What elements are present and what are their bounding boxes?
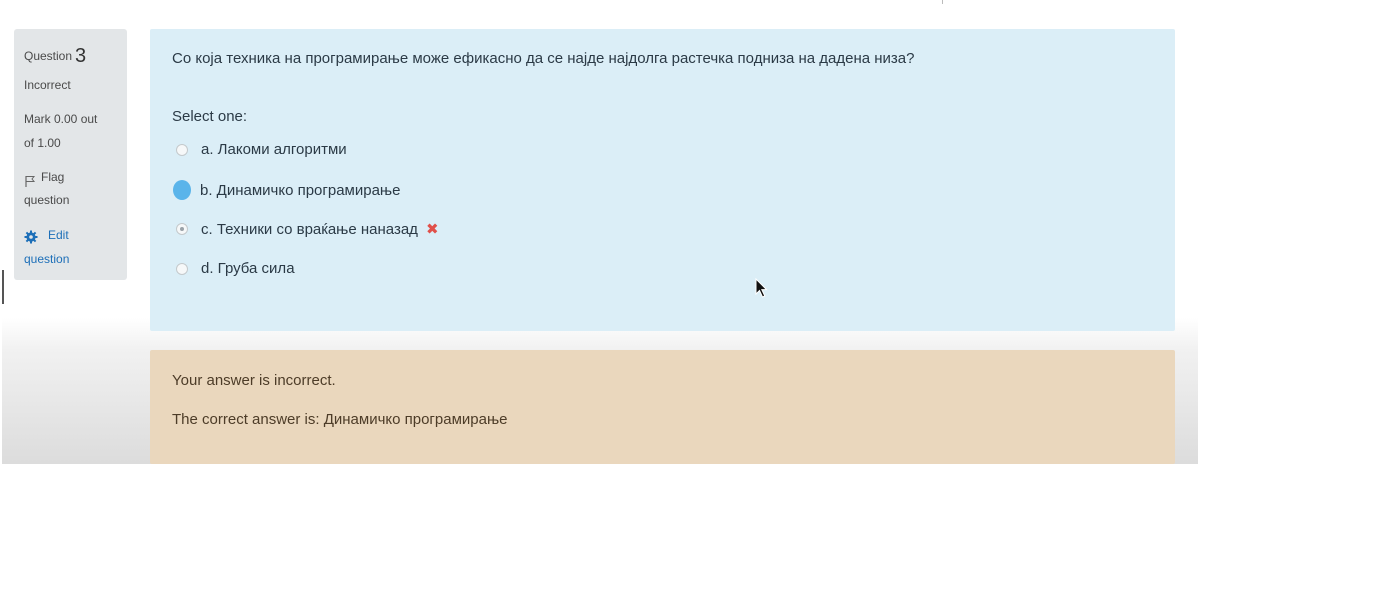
radio-d[interactable] xyxy=(176,262,188,275)
flag-label-line2[interactable]: question xyxy=(24,189,69,212)
answer-option-d[interactable]: d. Груба сила xyxy=(176,260,295,277)
answer-option-b[interactable]: b. Динамичко програмирање xyxy=(173,180,400,200)
answer-option-a[interactable]: a. Лакоми алгоритми xyxy=(176,141,347,158)
edit-label-line2[interactable]: question xyxy=(24,248,69,271)
question-number: Question 3 xyxy=(24,43,86,68)
mouse-cursor-icon xyxy=(755,278,768,298)
cross-icon: ✖ xyxy=(425,221,439,238)
screenshot-frame: Question 3 Incorrect Mark 0.00 out of 1.0… xyxy=(2,0,1198,464)
edit-label[interactable]: Edit xyxy=(48,224,69,247)
gear-icon[interactable] xyxy=(24,229,38,243)
question-label: Question xyxy=(24,49,73,63)
option-label-a[interactable]: a. Лакоми алгоритми xyxy=(201,141,347,158)
option-label-d[interactable]: d. Груба сила xyxy=(201,260,295,277)
question-card: Со која техника на програмирање може ефи… xyxy=(150,29,1175,331)
option-label-b[interactable]: b. Динамичко програмирање xyxy=(200,182,400,199)
option-label-c[interactable]: c. Техники со враќање наназад xyxy=(201,221,418,238)
divider-tick xyxy=(942,0,943,4)
flag-question-link[interactable]: Flag xyxy=(24,166,64,189)
window-edge xyxy=(2,270,4,304)
feedback-card: Your answer is incorrect. The correct an… xyxy=(150,350,1175,464)
radio-b-highlight[interactable] xyxy=(173,180,191,200)
correct-answer-text: The correct answer is: Динамичко програм… xyxy=(172,411,508,428)
question-text: Со која техника на програмирање може ефи… xyxy=(172,50,915,67)
radio-c[interactable] xyxy=(176,223,188,235)
radio-a[interactable] xyxy=(176,143,188,156)
question-mark-total: of 1.00 xyxy=(24,136,61,150)
edit-question-link[interactable]: Edit xyxy=(24,224,69,247)
question-mark: Mark 0.00 out xyxy=(24,112,98,126)
select-one-prompt: Select one: xyxy=(172,108,248,125)
question-info-panel: Question 3 Incorrect Mark 0.00 out of 1.0… xyxy=(14,29,127,280)
flag-icon[interactable] xyxy=(24,172,36,187)
answer-option-c[interactable]: c. Техники со враќање наназад ✖ xyxy=(176,220,439,238)
feedback-message: Your answer is incorrect. xyxy=(172,372,336,389)
question-state: Incorrect xyxy=(24,78,71,92)
question-number-value: 3 xyxy=(75,45,87,67)
flag-label[interactable]: Flag xyxy=(41,166,64,189)
